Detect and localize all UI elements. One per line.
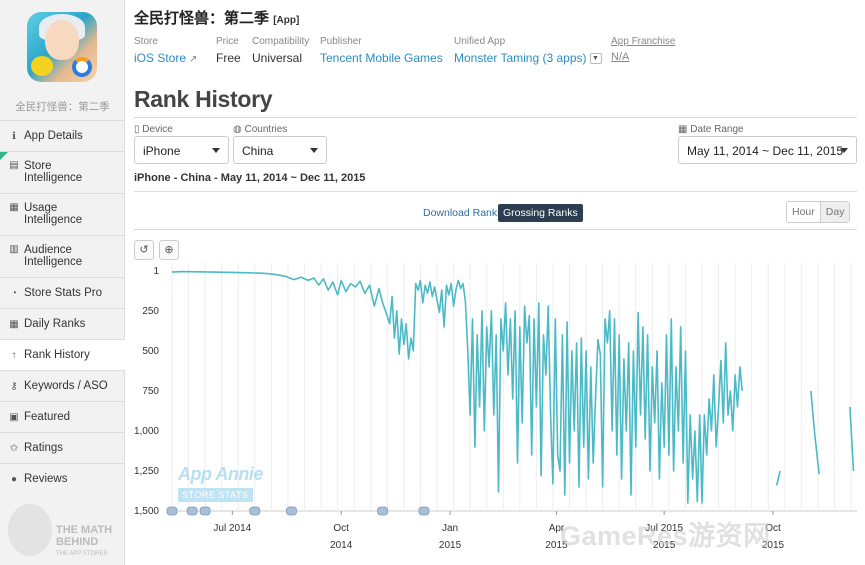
x-tick-label: Jan xyxy=(442,523,458,534)
event-marker xyxy=(186,506,198,516)
x-tick-sublabel: 2015 xyxy=(439,540,462,551)
y-tick-label: 250 xyxy=(142,306,159,317)
y-tick-label: 1 xyxy=(153,266,159,277)
y-tick-label: 1,000 xyxy=(134,426,159,437)
x-tick-label: Oct xyxy=(333,523,349,534)
y-tick-label: 500 xyxy=(142,346,159,357)
rank-history-chart: 1 250 500 750 1,000 1,250 1,500 Jul 2014 Oct 2014… xyxy=(134,263,857,551)
y-tick-label: 1,500 xyxy=(134,506,159,517)
app-annie-watermark: App Annie STORE STATS xyxy=(178,464,263,502)
series-line xyxy=(849,406,855,472)
event-marker xyxy=(418,506,430,516)
event-marker xyxy=(249,506,261,516)
y-tick-label: 1,250 xyxy=(134,466,159,477)
site-watermark: GameRes游资网 xyxy=(560,521,771,551)
event-marker xyxy=(286,506,297,516)
x-tick-label: Jul 2014 xyxy=(213,523,251,534)
event-marker xyxy=(166,506,178,516)
series-line xyxy=(775,470,781,486)
event-marker xyxy=(377,506,388,516)
y-tick-label: 750 xyxy=(142,386,159,397)
event-marker xyxy=(199,506,211,516)
x-tick-sublabel: 2014 xyxy=(330,540,353,551)
